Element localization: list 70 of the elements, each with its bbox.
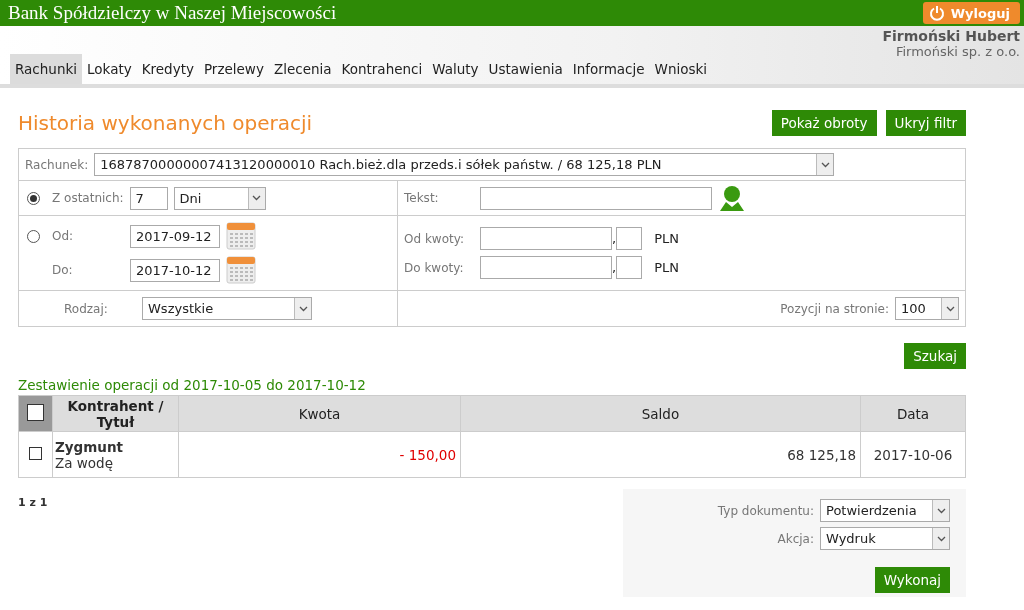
action-select[interactable]: Wydruk bbox=[820, 527, 950, 550]
account-select[interactable]: 16878700000007413120000010 Rach.bież.dla przeds.i sółek państw. / 68 125,18 PLN bbox=[94, 153, 835, 176]
field-label: Z ostatnich: bbox=[52, 191, 124, 205]
nav-tab[interactable]: Ustawienia bbox=[483, 54, 568, 84]
field-label: Od: bbox=[52, 229, 75, 243]
calendar-icon[interactable] bbox=[226, 222, 256, 250]
date-field[interactable]: 2017-09-12 bbox=[130, 224, 220, 248]
nav-tab[interactable]: Wnioski bbox=[649, 54, 713, 84]
summary-title: Zestawienie operacji od 2017-10-05 do 2017-10-12 bbox=[18, 377, 367, 393]
unit-select[interactable]: Dni bbox=[173, 186, 266, 210]
field-label: Do kwoty: bbox=[404, 260, 465, 275]
nav-tab[interactable]: Kredyty bbox=[136, 54, 199, 84]
field-label: Rodzaj: bbox=[64, 301, 109, 316]
page-title: Historia wykonanych operacji bbox=[18, 111, 313, 135]
toolbar-button[interactable]: Ukryj filtr bbox=[885, 110, 966, 136]
field-label: Pozycji na stronie: bbox=[780, 301, 889, 316]
days-field[interactable]: 7 bbox=[129, 186, 168, 210]
bank-name: Bank Spółdzielczy w Naszej Miejscowości bbox=[8, 2, 337, 24]
search-button[interactable]: Szukaj bbox=[904, 343, 966, 369]
field-label: Akcja: bbox=[777, 531, 814, 546]
nav-tab[interactable]: Rachunki bbox=[10, 54, 82, 84]
power-icon bbox=[928, 5, 945, 21]
caret-icon bbox=[945, 305, 955, 312]
column-header: Saldo bbox=[460, 395, 861, 432]
field-label: Rachunek: bbox=[25, 157, 89, 172]
cents-field[interactable] bbox=[616, 227, 643, 250]
column-header: Kontrahent / Tytuł bbox=[52, 395, 179, 432]
caret-icon bbox=[820, 161, 830, 168]
field-label: Od kwoty: bbox=[404, 231, 465, 246]
select-all-checkbox[interactable] bbox=[27, 403, 44, 421]
field-label: Do: bbox=[52, 263, 74, 277]
caret-icon bbox=[252, 195, 262, 201]
field-label: Typ dokumentu: bbox=[717, 503, 814, 518]
document-type-select[interactable]: Potwierdzenia bbox=[820, 499, 950, 522]
counterparty-name: Zygmunt bbox=[55, 438, 124, 455]
caret-icon bbox=[936, 535, 946, 542]
execute-button[interactable]: Wykonaj bbox=[874, 567, 950, 593]
toolbar-button[interactable]: Pokaż obroty bbox=[771, 110, 877, 136]
decimal-separator: , bbox=[612, 231, 617, 246]
nav-tab[interactable]: Zlecenia bbox=[268, 54, 337, 84]
nav-tab[interactable]: Informacje bbox=[567, 54, 650, 84]
text-field[interactable] bbox=[480, 186, 712, 210]
nav-tab[interactable]: Przelewy bbox=[198, 54, 269, 84]
user-name: Firmoński Hubert bbox=[882, 28, 1020, 44]
amount-field[interactable] bbox=[480, 227, 612, 250]
column-header: Kwota bbox=[178, 395, 461, 432]
caret-icon bbox=[936, 507, 946, 514]
company-name: Firmoński sp. z o.o. bbox=[894, 44, 1020, 59]
pagination-label: 1 z 1 bbox=[18, 496, 49, 509]
row-checkbox[interactable] bbox=[29, 446, 42, 460]
currency-label: PLN bbox=[654, 231, 679, 246]
amount-field[interactable] bbox=[480, 256, 612, 279]
type-select[interactable]: Wszystkie bbox=[142, 297, 312, 320]
nav-tab[interactable]: Kontrahenci bbox=[336, 54, 428, 84]
calendar-icon[interactable] bbox=[226, 256, 256, 284]
transfer-title: Za wodę bbox=[55, 454, 113, 471]
amount-cell: - 150,00 bbox=[178, 431, 461, 478]
date-cell: 2017-10-06 bbox=[860, 431, 966, 478]
date-field[interactable]: 2017-10-12 bbox=[130, 258, 220, 282]
caret-icon bbox=[298, 305, 308, 312]
currency-label: PLN bbox=[654, 260, 679, 275]
field-label: Tekst: bbox=[404, 191, 440, 205]
person-icon[interactable] bbox=[718, 185, 746, 211]
decimal-separator: , bbox=[612, 260, 617, 275]
nav-tab[interactable]: Lokaty bbox=[82, 54, 137, 84]
nav-tab[interactable]: Waluty bbox=[427, 54, 484, 84]
cents-field[interactable] bbox=[616, 256, 643, 279]
column-header: Data bbox=[860, 395, 966, 432]
balance-cell: 68 125,18 bbox=[460, 431, 861, 478]
per-page-select[interactable]: 100 bbox=[895, 297, 959, 320]
